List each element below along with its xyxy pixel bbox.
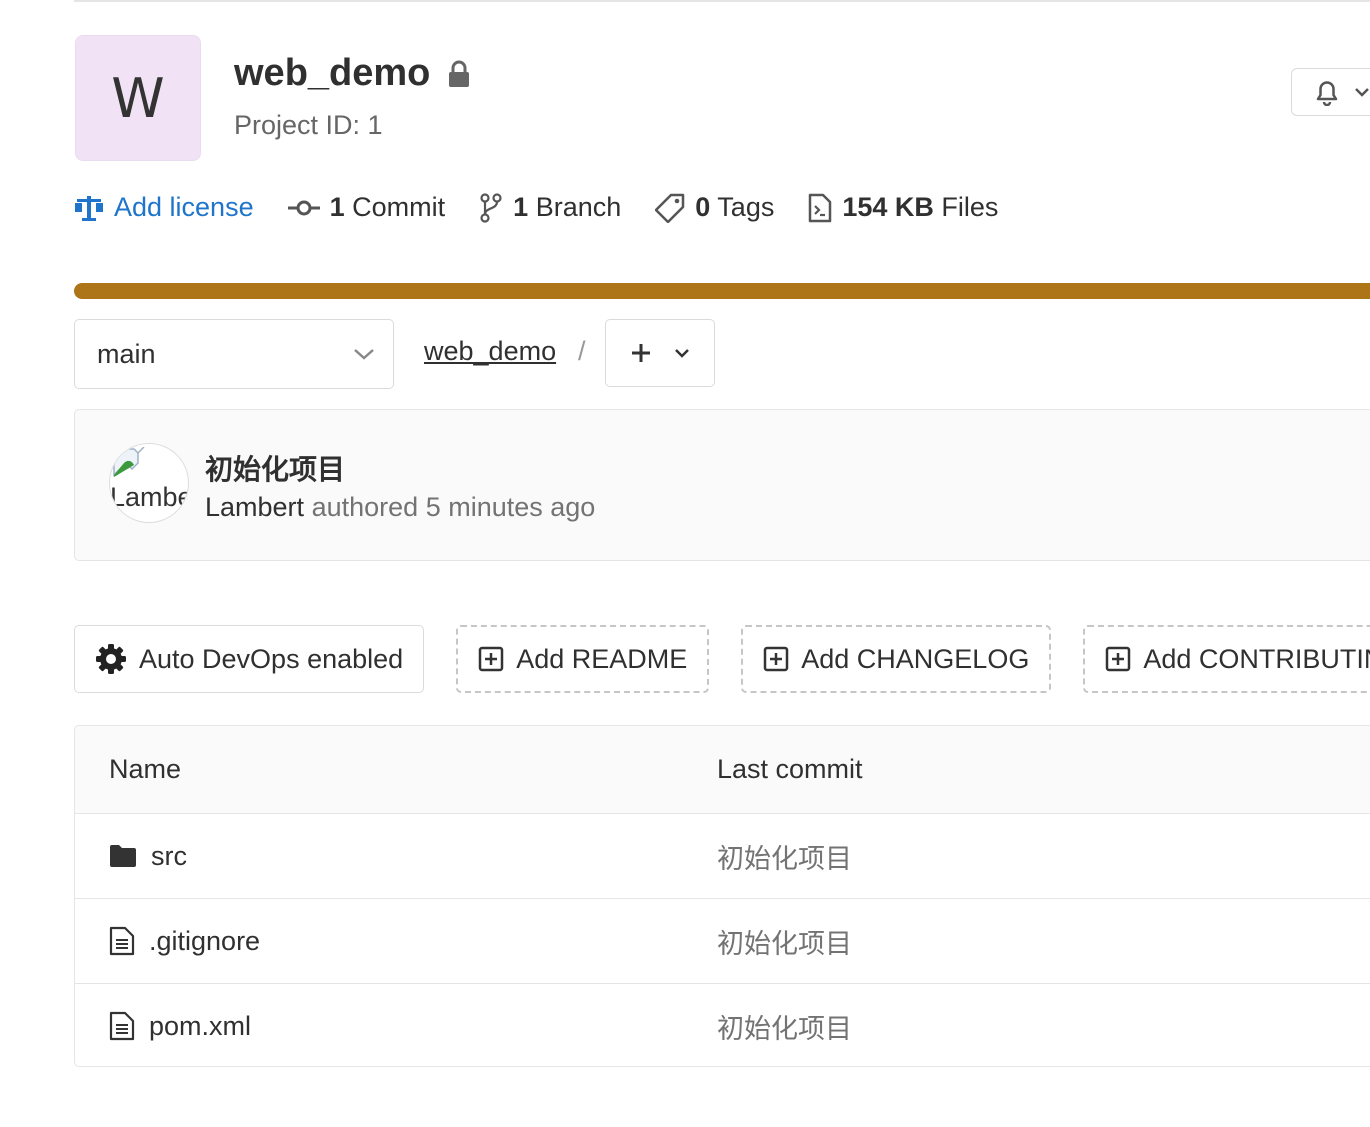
add-contributing-label: Add CONTRIBUTING [1143,643,1370,674]
notifications-dropdown[interactable] [1291,68,1370,116]
last-commit-column-header: Last commit [717,754,863,784]
row-commit-link[interactable]: 初始化项目 [717,899,852,983]
add-changelog-button[interactable]: Add CHANGELOG [741,625,1052,693]
name-column-header: Name [109,754,182,784]
branch-icon [479,192,503,223]
file-name-link[interactable]: pom.xml [149,1011,251,1042]
tag-icon [655,193,685,223]
tags-label: Tags [717,192,775,222]
row-commit-link[interactable]: 初始化项目 [717,814,852,898]
branches-stat[interactable]: 1 Branch [479,192,621,223]
top-divider [74,0,1370,2]
branch-dropdown[interactable]: main [74,319,394,389]
table-row[interactable]: .gitignore 初始化项目 [75,899,1370,984]
avatar-alt-text: Lambert [110,482,188,512]
auto-devops-button[interactable]: Auto DevOps enabled [74,625,425,693]
chevron-down-icon [674,348,690,358]
project-id: Project ID: 1 [234,110,383,140]
plus-square-icon [763,646,789,672]
files-size: 154 KB [842,192,934,222]
broken-image-icon [112,447,146,479]
commits-stat[interactable]: 1 Commit [287,192,446,223]
commits-count: 1 [329,192,345,222]
gear-icon [95,643,127,675]
tags-count: 0 [695,192,711,222]
plus-square-icon [1105,646,1131,672]
commit-action: authored [311,492,419,522]
folder-icon [109,844,137,868]
add-to-tree-dropdown[interactable] [605,319,715,387]
commit-icon [287,200,320,216]
last-commit-panel: Lambert 初始化项目 Lambert authored 5 minutes… [74,409,1370,561]
table-row[interactable]: src 初始化项目 [75,814,1370,899]
file-icon [109,926,135,956]
add-readme-button[interactable]: Add README [456,625,710,693]
table-row[interactable]: pom.xml 初始化项目 [75,984,1370,1066]
bell-icon [1314,78,1340,106]
branch-name: main [97,338,156,369]
commit-meta: Lambert authored 5 minutes ago [205,492,595,523]
plus-icon [630,342,652,364]
commit-title-link[interactable]: 初始化项目 [205,448,345,488]
files-label: Files [941,192,999,222]
commit-time: 5 minutes ago [425,492,596,522]
breadcrumb-project-link[interactable]: web_demo [424,336,556,367]
scale-icon [74,194,104,222]
add-license-link[interactable]: Add license [74,192,254,223]
file-code-icon [808,193,832,223]
lock-icon [448,60,470,88]
chevron-down-icon [353,347,375,361]
table-header: Name Last commit [75,726,1370,814]
commit-author-link[interactable]: Lambert [205,492,304,522]
add-readme-label: Add README [516,643,688,674]
breadcrumb-separator: / [578,336,586,366]
file-icon [109,1011,135,1041]
project-actions: Auto DevOps enabled Add README Add CHANG… [74,625,1370,693]
add-contributing-button[interactable]: Add CONTRIBUTING [1083,625,1370,693]
project-title: web_demo [234,52,470,95]
repository-languages-bar [74,283,1370,299]
commits-label: Commit [352,192,446,222]
branches-label: Branch [535,192,622,222]
file-name-link[interactable]: src [151,841,187,872]
chevron-down-icon [1354,87,1370,97]
file-tree-table: Name Last commit src 初始化项目 .gitignore 初始… [74,725,1370,1067]
add-changelog-label: Add CHANGELOG [801,643,1030,674]
branches-count: 1 [513,192,529,222]
project-name: web_demo [234,52,431,94]
plus-square-icon [478,646,504,672]
files-stat[interactable]: 154 KB Files [808,192,998,223]
auto-devops-label: Auto DevOps enabled [139,643,404,674]
file-name-link[interactable]: .gitignore [149,926,260,957]
project-stats: Add license 1 Commit 1 Branch 0 Tags 154… [74,192,1032,223]
project-avatar: W [75,35,201,161]
add-license-label: Add license [114,192,254,222]
tags-stat[interactable]: 0 Tags [655,192,774,223]
row-commit-link[interactable]: 初始化项目 [717,984,852,1066]
author-avatar[interactable]: Lambert [109,443,189,523]
